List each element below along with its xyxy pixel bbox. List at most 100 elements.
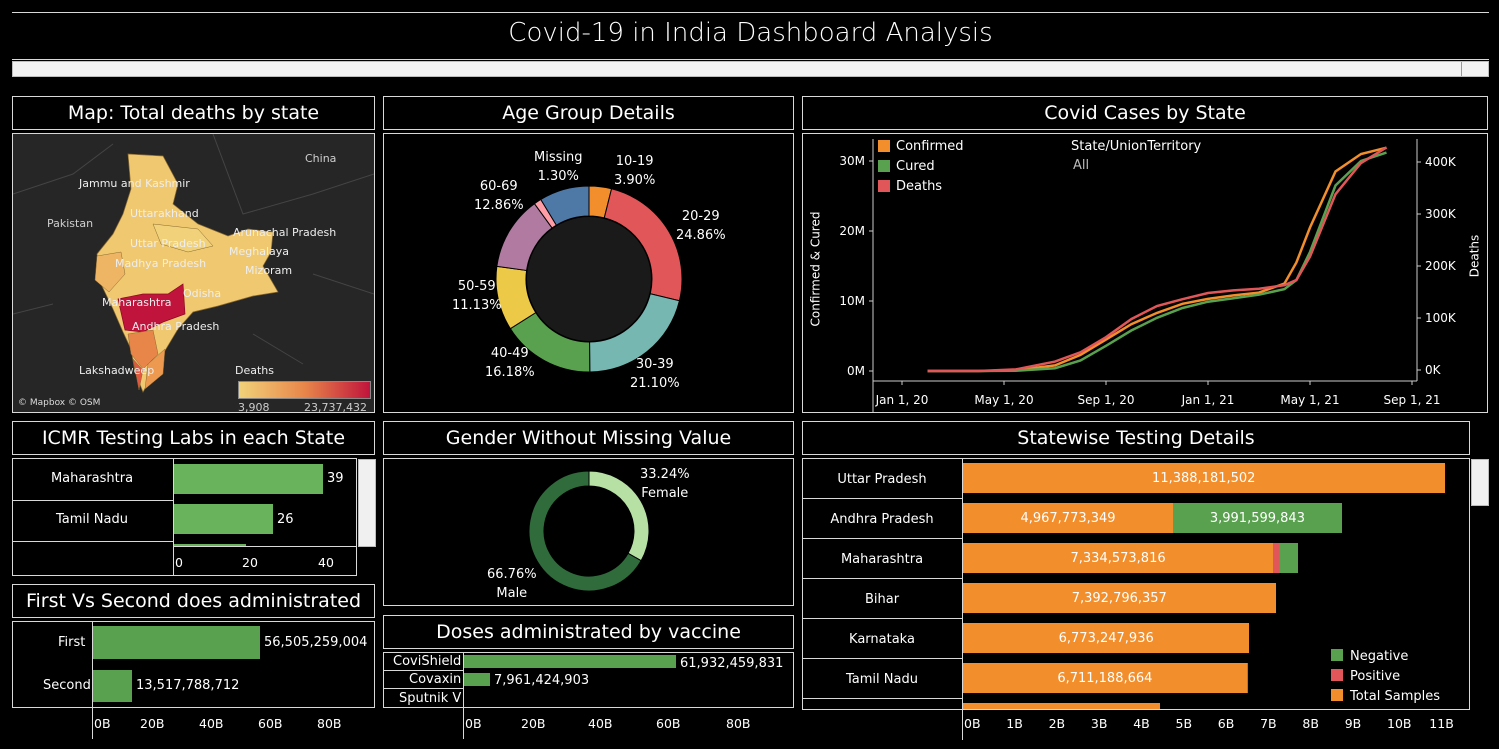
gender-male-name: Male (496, 586, 528, 601)
series-line-confirmed[interactable] (927, 146, 1387, 373)
map-legend-title: Deaths (235, 364, 274, 377)
x-tick: Jan 1, 21 (1181, 393, 1235, 407)
map-panel[interactable]: China Jammu and Kashmir Pakistan Uttarak… (12, 133, 375, 413)
testing-x-tick: 8B (1302, 716, 1319, 731)
gender-male-value: 66.76% (487, 567, 537, 582)
age-label-30-39: 30-39 21.10% (630, 355, 680, 393)
testing-bar-partial[interactable] (963, 703, 1160, 709)
gender-panel: 33.24% Female 66.76% Male (383, 458, 794, 606)
y-right-tick: 100K (1425, 311, 1457, 325)
testing-value-label: 3,991,599,843 (1209, 511, 1305, 526)
testing-scrollbar[interactable] (1471, 459, 1489, 506)
icmr-bar-maharashtra[interactable] (174, 464, 323, 494)
y-right-label: Deaths (1467, 234, 1482, 278)
x-tick: May 1, 21 (1280, 393, 1339, 407)
icmr-panel: Maharashtra Tamil Nadu 39 26 0 20 40 (12, 458, 357, 576)
filter-bar[interactable] (12, 61, 1489, 77)
doses-val-first: 56,505,259,004 (264, 635, 368, 650)
icmr-val-tamilnadu: 26 (277, 512, 294, 527)
y-right-tick: 0K (1425, 363, 1442, 377)
icmr-bar-tamilnadu[interactable] (174, 504, 273, 534)
testing-legend-total[interactable]: Total Samples (1350, 689, 1440, 704)
age-label-20-29: 20-29 24.86% (676, 207, 726, 245)
testing-row-sep (803, 658, 962, 659)
icmr-val-maharashtra: 39 (327, 471, 344, 486)
filter-value[interactable]: All (1073, 158, 1089, 173)
age-title: Age Group Details (383, 96, 794, 130)
gender-female-name: Female (641, 486, 689, 501)
map-label-ap: Andhra Pradesh (132, 320, 220, 333)
y-left-tick: 20M (839, 224, 865, 238)
testing-value-label: 7,392,796,357 (1071, 591, 1167, 606)
doses-val-second: 13,517,788,712 (136, 678, 240, 693)
icmr-title: ICMR Testing Labs in each State (12, 421, 375, 455)
filter-bar-end (1461, 62, 1462, 76)
age-donut-chart[interactable] (384, 134, 793, 412)
age-label-50-59: 50-59 11.13% (452, 277, 502, 315)
testing-row-sep (803, 498, 962, 499)
testing-x-tick: 7B (1260, 716, 1277, 731)
age-label-10-19: 10-19 3.90% (614, 152, 655, 190)
vaccine-bar-covaxin[interactable] (464, 673, 490, 686)
vaccine-bar-covishield[interactable] (464, 655, 676, 668)
doses-tick-20: 20B (140, 716, 165, 731)
icmr-scrollbar[interactable] (358, 459, 376, 547)
testing-x-tick: 6B (1217, 716, 1235, 731)
testing-bar-positive[interactable] (1246, 663, 1249, 693)
icmr-x-axis (174, 546, 357, 547)
age-label-30-39-name: 30-39 (635, 357, 674, 372)
map-label-arunachal: Arunachal Pradesh (233, 226, 337, 239)
series-line-deaths[interactable] (927, 146, 1388, 373)
age-label-40-49-name: 40-49 (490, 346, 529, 361)
testing-x-tick: 3B (1090, 716, 1108, 731)
testing-x-tick: 4B (1133, 716, 1150, 731)
legend-confirmed[interactable]: Confirmed (896, 139, 964, 154)
age-label-40-49: 40-49 16.18% (485, 344, 535, 382)
x-tick: Jan 1, 20 (875, 393, 929, 407)
testing-legend-positive[interactable]: Positive (1350, 669, 1400, 684)
testing-x-tick: 0B (964, 716, 981, 731)
legend-swatch-deaths (878, 180, 890, 192)
legend-deaths[interactable]: Deaths (896, 179, 942, 194)
vaccine-tick-40: 40B (588, 716, 613, 731)
age-label-missing-value: 1.30% (537, 169, 579, 184)
age-panel: Missing 1.30% 10-19 3.90% 20-29 24.86% 30-3… (383, 133, 794, 413)
map-legend-max: 23,737,432 (304, 401, 367, 413)
y-left-tick: 30M (839, 154, 865, 168)
x-tick: Sep 1, 20 (1078, 393, 1135, 407)
testing-x-tick: 11B (1429, 716, 1454, 731)
age-label-40-49-value: 16.18% (485, 365, 535, 380)
age-donut-hole (527, 217, 651, 341)
testing-legend-negative[interactable]: Negative (1350, 649, 1408, 664)
gender-donut-chart[interactable] (384, 459, 793, 605)
doses-bar-second[interactable] (93, 670, 132, 702)
vaccine-tick-0: 0B (465, 716, 482, 731)
age-label-missing: Missing 1.30% (534, 148, 582, 186)
testing-legend-swatch-negative (1331, 649, 1343, 661)
doses-bar-first[interactable] (93, 626, 260, 659)
testing-value-label: 4,967,773,349 (1020, 511, 1116, 526)
testing-value-label: 6,711,188,664 (1057, 671, 1153, 686)
cases-line-chart[interactable]: 30M 20M 10M 0M 400K 300K 200K 100K 0K Jan 1, 20 Ma… (803, 134, 1487, 412)
testing-row-sep (803, 538, 962, 539)
age-label-50-59-value: 11.13% (452, 298, 502, 313)
icmr-tick-40: 40 (318, 555, 334, 570)
legend-cured[interactable]: Cured (896, 159, 935, 174)
map-label-lakshadweep: Lakshadweep (79, 364, 155, 377)
india-map[interactable] (13, 134, 374, 412)
map-attribution[interactable]: © Mapbox © OSM (18, 398, 100, 408)
testing-x-tick: 2B (1048, 716, 1066, 731)
doses-title: First Vs Second does administrated (12, 584, 375, 618)
icmr-tick-20: 20 (242, 555, 258, 570)
doses-cat-first: First (58, 635, 86, 650)
map-label-mp: Madhya Pradesh (115, 257, 207, 270)
series-line-cured[interactable] (927, 151, 1387, 373)
vaccine-cat-sputnik: Sputnik V (399, 691, 462, 706)
age-label-20-29-value: 24.86% (676, 228, 726, 243)
icmr-cat-maharashtra: Maharashtra (50, 471, 134, 486)
x-tick: Sep 1, 21 (1384, 393, 1441, 407)
cases-title: Covid Cases by State (802, 96, 1488, 130)
testing-bar-negative[interactable] (1279, 543, 1299, 573)
y-left-tick: 10M (839, 294, 865, 308)
map-label-pakistan: Pakistan (47, 217, 94, 230)
